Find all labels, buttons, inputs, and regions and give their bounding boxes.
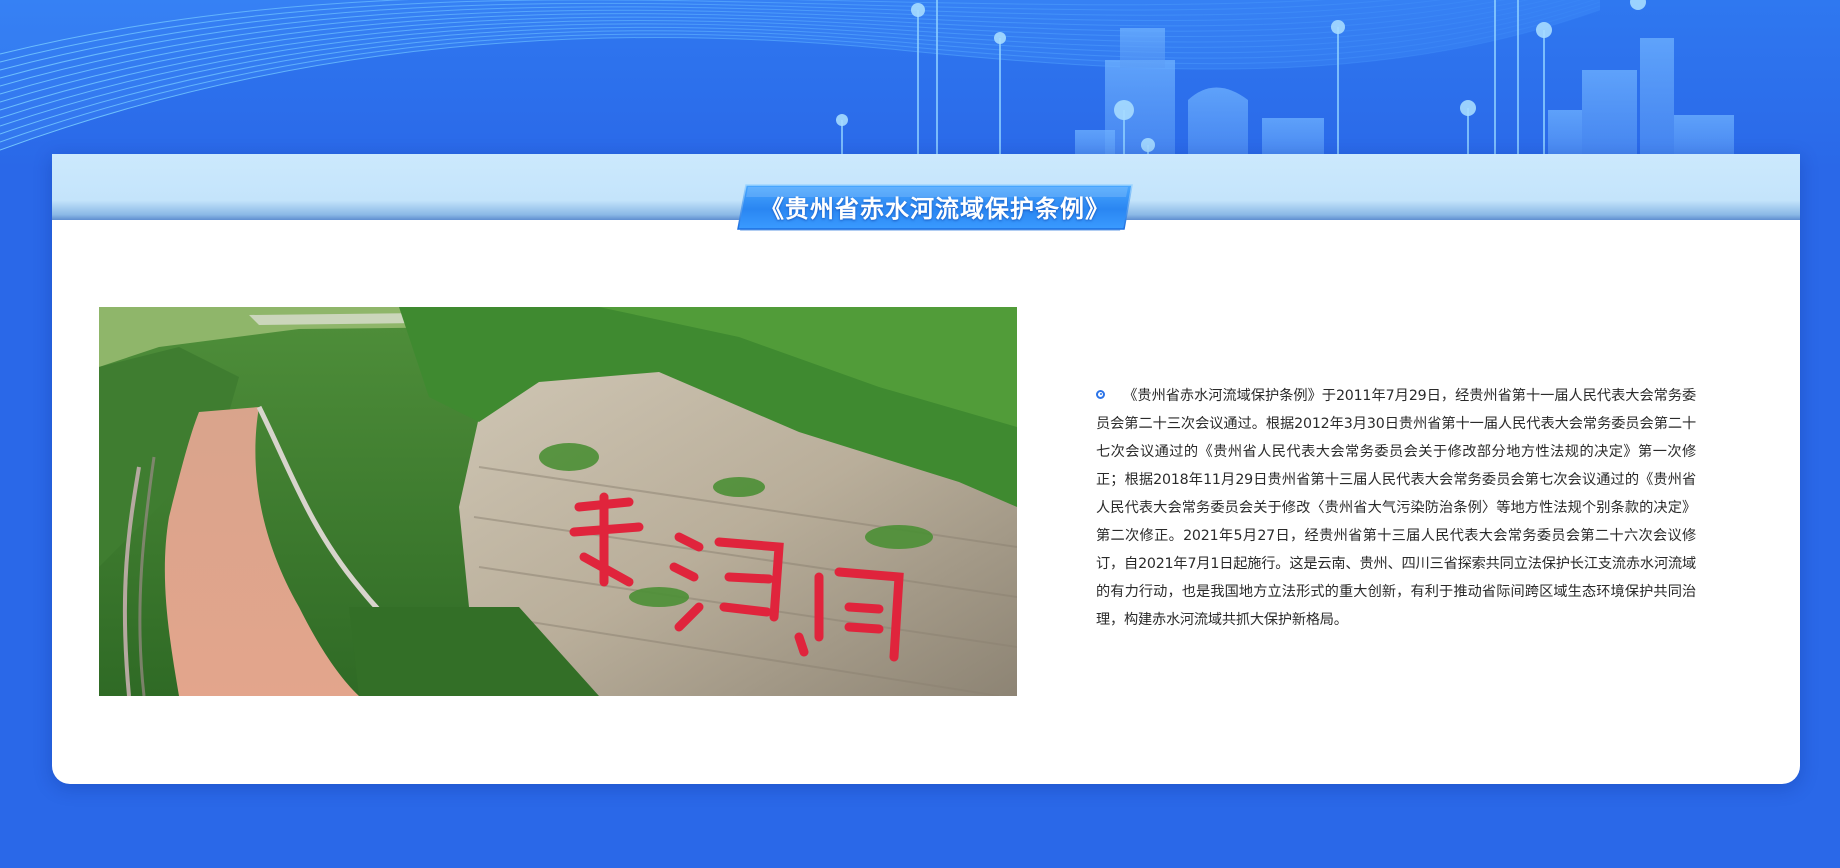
- wave-skyline-graphic: [0, 0, 1840, 170]
- description-paragraph: 《贵州省赤水河流域保护条例》于2011年7月29日，经贵州省第十一届人民代表大会…: [1096, 382, 1696, 634]
- chishui-river-photo: [99, 307, 1017, 696]
- title-badge: 《贵州省赤水河流域保护条例》: [734, 183, 1136, 235]
- description-text: 《贵州省赤水河流域保护条例》于2011年7月29日，经贵州省第十一届人民代表大会…: [1096, 388, 1696, 628]
- radio-dot-icon: [1096, 389, 1105, 399]
- page-title: 《贵州省赤水河流域保护条例》: [760, 195, 1110, 223]
- header-background: [0, 0, 1840, 170]
- gorge-illustration: [99, 307, 1017, 696]
